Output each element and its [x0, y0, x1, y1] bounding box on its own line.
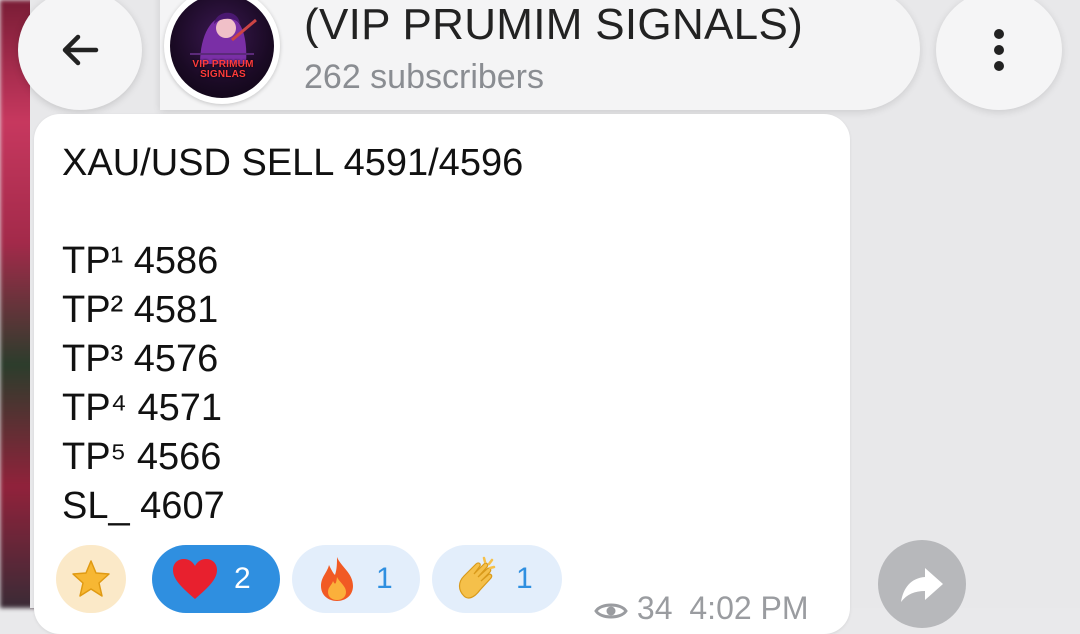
reaction-count: 1 — [376, 562, 393, 595]
message-line: TP³ 4576 — [62, 338, 219, 380]
message-time: 4:02 PM — [689, 590, 809, 626]
forward-button[interactable] — [878, 540, 966, 628]
reaction-star[interactable] — [56, 545, 126, 613]
reaction-count: 2 — [234, 562, 251, 595]
message-line: TP⁴ 4571 — [62, 387, 222, 429]
reaction-count: 1 — [516, 562, 533, 595]
reaction-fire[interactable]: 1 — [292, 545, 420, 613]
forward-arrow-icon — [901, 568, 943, 602]
message-line: XAU/USD SELL 4591/4596 — [62, 142, 524, 184]
eye-icon — [594, 603, 628, 619]
avatar-image: VIP PRIMUM SIGNLAS — [170, 0, 274, 98]
fire-icon — [312, 554, 362, 604]
message-line: TP¹ 4586 — [62, 240, 219, 282]
clap-icon — [452, 554, 502, 604]
message-meta: 34 4:02 PM — [594, 590, 809, 627]
heart-icon — [170, 554, 220, 604]
reaction-clap[interactable]: 1 — [432, 545, 562, 613]
channel-title[interactable]: (VIP PRUMIM SIGNALS) — [304, 0, 803, 50]
message-line: SL_ 4607 — [62, 485, 225, 527]
avatar-figure-icon — [190, 12, 257, 64]
more-vertical-icon — [994, 29, 1004, 71]
message-line: TP⁵ 4566 — [62, 436, 222, 478]
subscriber-count: 262 subscribers — [304, 58, 545, 96]
reaction-heart[interactable]: 2 — [152, 545, 280, 613]
arrow-left-icon — [62, 34, 99, 66]
avatar-logo-text: VIP PRIMUM SIGNLAS — [192, 59, 254, 80]
view-count: 34 — [636, 590, 673, 626]
message-line: TP² 4581 — [62, 289, 219, 331]
star-icon — [66, 554, 116, 604]
